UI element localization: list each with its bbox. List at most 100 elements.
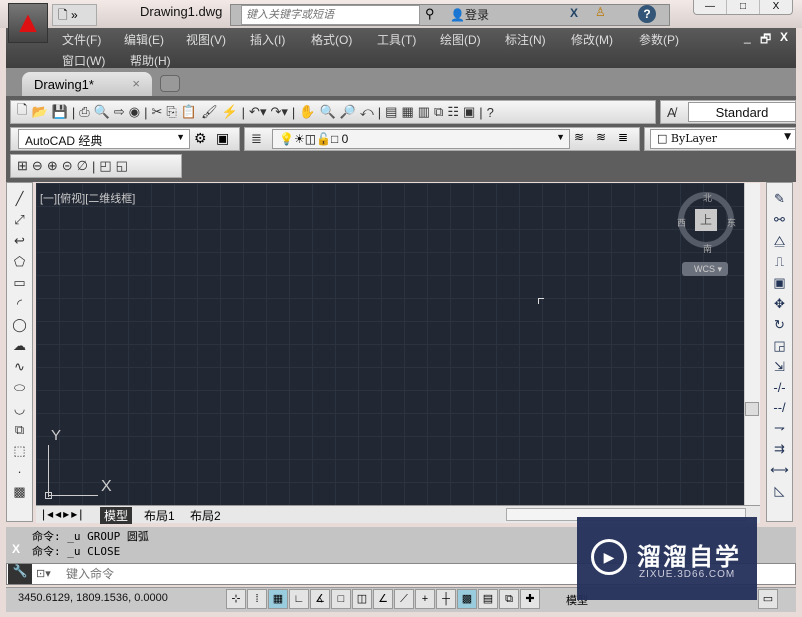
dyn-icon[interactable]: + — [415, 589, 435, 609]
redo-icon[interactable]: ↷▾ — [270, 104, 287, 120]
mirror-icon[interactable]: ⧋ — [774, 233, 786, 249]
infer-constraints-icon[interactable]: ⊹ — [226, 589, 246, 609]
menu-tools[interactable]: 工具(T) — [377, 31, 416, 48]
login-button[interactable]: 👤登录 — [450, 6, 489, 23]
menu-insert[interactable]: 插入(I) — [250, 31, 285, 48]
trim-icon[interactable]: -/- — [773, 380, 785, 395]
tool-palettes-icon[interactable]: ▥ — [418, 104, 430, 120]
help-toolbar-icon[interactable]: ? — [487, 105, 494, 120]
box-delete-icon[interactable]: ◱ — [116, 158, 128, 174]
wcs-menu[interactable]: WCS ▾ — [682, 262, 728, 276]
viewcube-top-face[interactable]: 上 — [695, 209, 717, 231]
workspace-select[interactable]: AutoCAD 经典 ▼ — [18, 129, 190, 149]
fillet-icon[interactable]: ◺ — [775, 483, 785, 499]
maximize-button[interactable]: □ — [727, 0, 760, 14]
spline-icon[interactable]: ∿ — [14, 359, 25, 375]
new-tab-button[interactable] — [160, 75, 180, 92]
pan-icon[interactable]: ✋ — [299, 104, 315, 120]
tab-layout1[interactable]: 布局1 — [140, 507, 179, 524]
viewcube-east[interactable]: 东 — [727, 216, 736, 229]
scroll-thumb[interactable] — [745, 402, 759, 416]
otrack-icon[interactable]: ∠ — [373, 589, 393, 609]
new-file-icon[interactable]: 🗋 — [58, 8, 68, 22]
layer-manager-icon[interactable]: ≣ — [251, 131, 262, 147]
color-select[interactable]: □ ByLayer ▼ — [650, 129, 796, 149]
zoom-window-icon[interactable]: 🔎 — [340, 104, 356, 120]
viewcube-south[interactable]: 南 — [703, 242, 712, 255]
application-menu-button[interactable]: ▲ — [8, 3, 48, 43]
scale-icon[interactable]: ◲ — [773, 338, 785, 354]
point-icon[interactable]: · — [17, 464, 21, 479]
tab-model[interactable]: 模型 — [100, 507, 133, 524]
circle-icon[interactable]: ◯ — [12, 317, 27, 333]
polyline-icon[interactable]: ↩ — [14, 233, 25, 249]
selection-cycling-icon[interactable]: ⧉ — [499, 589, 519, 609]
ellipse-icon[interactable]: ⬭ — [14, 380, 25, 396]
polygon-icon[interactable]: ⬠ — [14, 254, 25, 270]
grid-icon[interactable]: ▦ — [268, 589, 288, 609]
menu-file[interactable]: 文件(F) — [62, 31, 101, 48]
command-input[interactable] — [66, 565, 566, 583]
customize-wrench-icon[interactable]: 🔧 — [8, 564, 32, 584]
undo-icon[interactable]: ↶▾ — [249, 104, 266, 120]
new-icon[interactable]: 🗋 — [17, 101, 27, 123]
menu-parameters[interactable]: 参数(P) — [639, 31, 679, 48]
coordinates-readout[interactable]: 3450.6129, 1809.1536, 0.0000 — [18, 592, 168, 604]
menu-window[interactable]: 窗口(W) — [62, 52, 105, 69]
sphere-none-icon[interactable]: ∅ — [77, 158, 88, 174]
line-icon[interactable]: ╱ — [16, 191, 24, 207]
viewcube-west[interactable]: 西 — [677, 216, 686, 229]
workspace-settings-icon[interactable]: ⚙ — [194, 130, 207, 147]
transparency-icon[interactable]: ▩ — [457, 589, 477, 609]
layer-states-icon[interactable]: ≣ — [618, 130, 628, 144]
menu-modify[interactable]: 修改(M) — [571, 31, 613, 48]
viewport-controls[interactable]: [一][俯视][二维线框] — [40, 190, 135, 206]
offset-icon[interactable]: ⎍ — [775, 254, 784, 270]
layer-previous-icon[interactable]: ≋ — [596, 130, 606, 144]
arc-icon[interactable]: ◜ — [17, 296, 22, 312]
block-editor-icon[interactable]: ⚡ — [221, 104, 237, 120]
doc-minimize-button[interactable]: _ — [744, 30, 751, 44]
quick-access-toolbar[interactable]: 🗋 » — [52, 4, 97, 26]
design-center-icon[interactable]: ▦ — [401, 104, 413, 120]
close-command-line-icon[interactable]: X — [12, 542, 20, 556]
sheet-set-icon[interactable]: ⧉ — [434, 104, 443, 120]
menu-help[interactable]: 帮助(H) — [130, 52, 171, 69]
3d-osnap-icon[interactable]: ◫ — [352, 589, 372, 609]
command-prompt-icon[interactable]: ⊡▾ — [36, 567, 51, 580]
make-block-icon[interactable]: ⬚ — [13, 443, 25, 459]
polar-icon[interactable]: ∡ — [310, 589, 330, 609]
close-tab-icon[interactable]: × — [132, 76, 140, 91]
tab-drawing1[interactable]: Drawing1* × — [22, 72, 152, 96]
sphere-remove-icon[interactable]: ⊝ — [62, 158, 73, 174]
sphere-add-icon[interactable]: ⊕ — [47, 158, 58, 174]
stretch-icon[interactable]: ⇲ — [774, 359, 785, 375]
communication-center-icon[interactable]: ♙ — [595, 5, 606, 19]
properties-icon[interactable]: ▤ — [385, 104, 397, 120]
make-current-layer-icon[interactable]: ≋ — [574, 130, 584, 144]
quick-properties-icon[interactable]: ▤ — [478, 589, 498, 609]
tab-layout2[interactable]: 布局2 — [186, 507, 225, 524]
revision-cloud-icon[interactable]: ☁ — [13, 338, 26, 354]
match-properties-icon[interactable]: 🖌 — [201, 104, 218, 120]
3d-print-icon[interactable]: ◉ — [129, 104, 140, 120]
text-style-select[interactable]: Standard — [688, 102, 796, 122]
markup-icon[interactable]: ☷ — [447, 104, 459, 120]
print-icon[interactable]: ⎙ — [79, 104, 89, 120]
search-input[interactable] — [241, 5, 420, 25]
construction-line-icon[interactable]: ⤢ — [14, 212, 24, 228]
sphere-icon[interactable]: ⊖ — [32, 158, 43, 174]
ellipse-arc-icon[interactable]: ◡ — [14, 401, 25, 417]
hatch-icon[interactable]: ▩ — [13, 484, 25, 500]
menu-draw[interactable]: 绘图(D) — [440, 31, 481, 48]
menu-edit[interactable]: 编辑(E) — [124, 31, 164, 48]
annotation-monitor-icon[interactable]: ✚ — [520, 589, 540, 609]
vertical-scrollbar[interactable] — [744, 183, 760, 505]
array-icon[interactable]: ▣ — [773, 275, 785, 291]
lineweight-icon[interactable]: ┼ — [436, 589, 456, 609]
menu-dimension[interactable]: 标注(N) — [505, 31, 546, 48]
help-icon[interactable]: ? — [638, 5, 656, 23]
preview-icon[interactable]: 🔍 — [94, 104, 110, 120]
open-icon[interactable]: 📂 — [31, 104, 47, 120]
publish-icon[interactable]: ⇨ — [114, 104, 125, 120]
